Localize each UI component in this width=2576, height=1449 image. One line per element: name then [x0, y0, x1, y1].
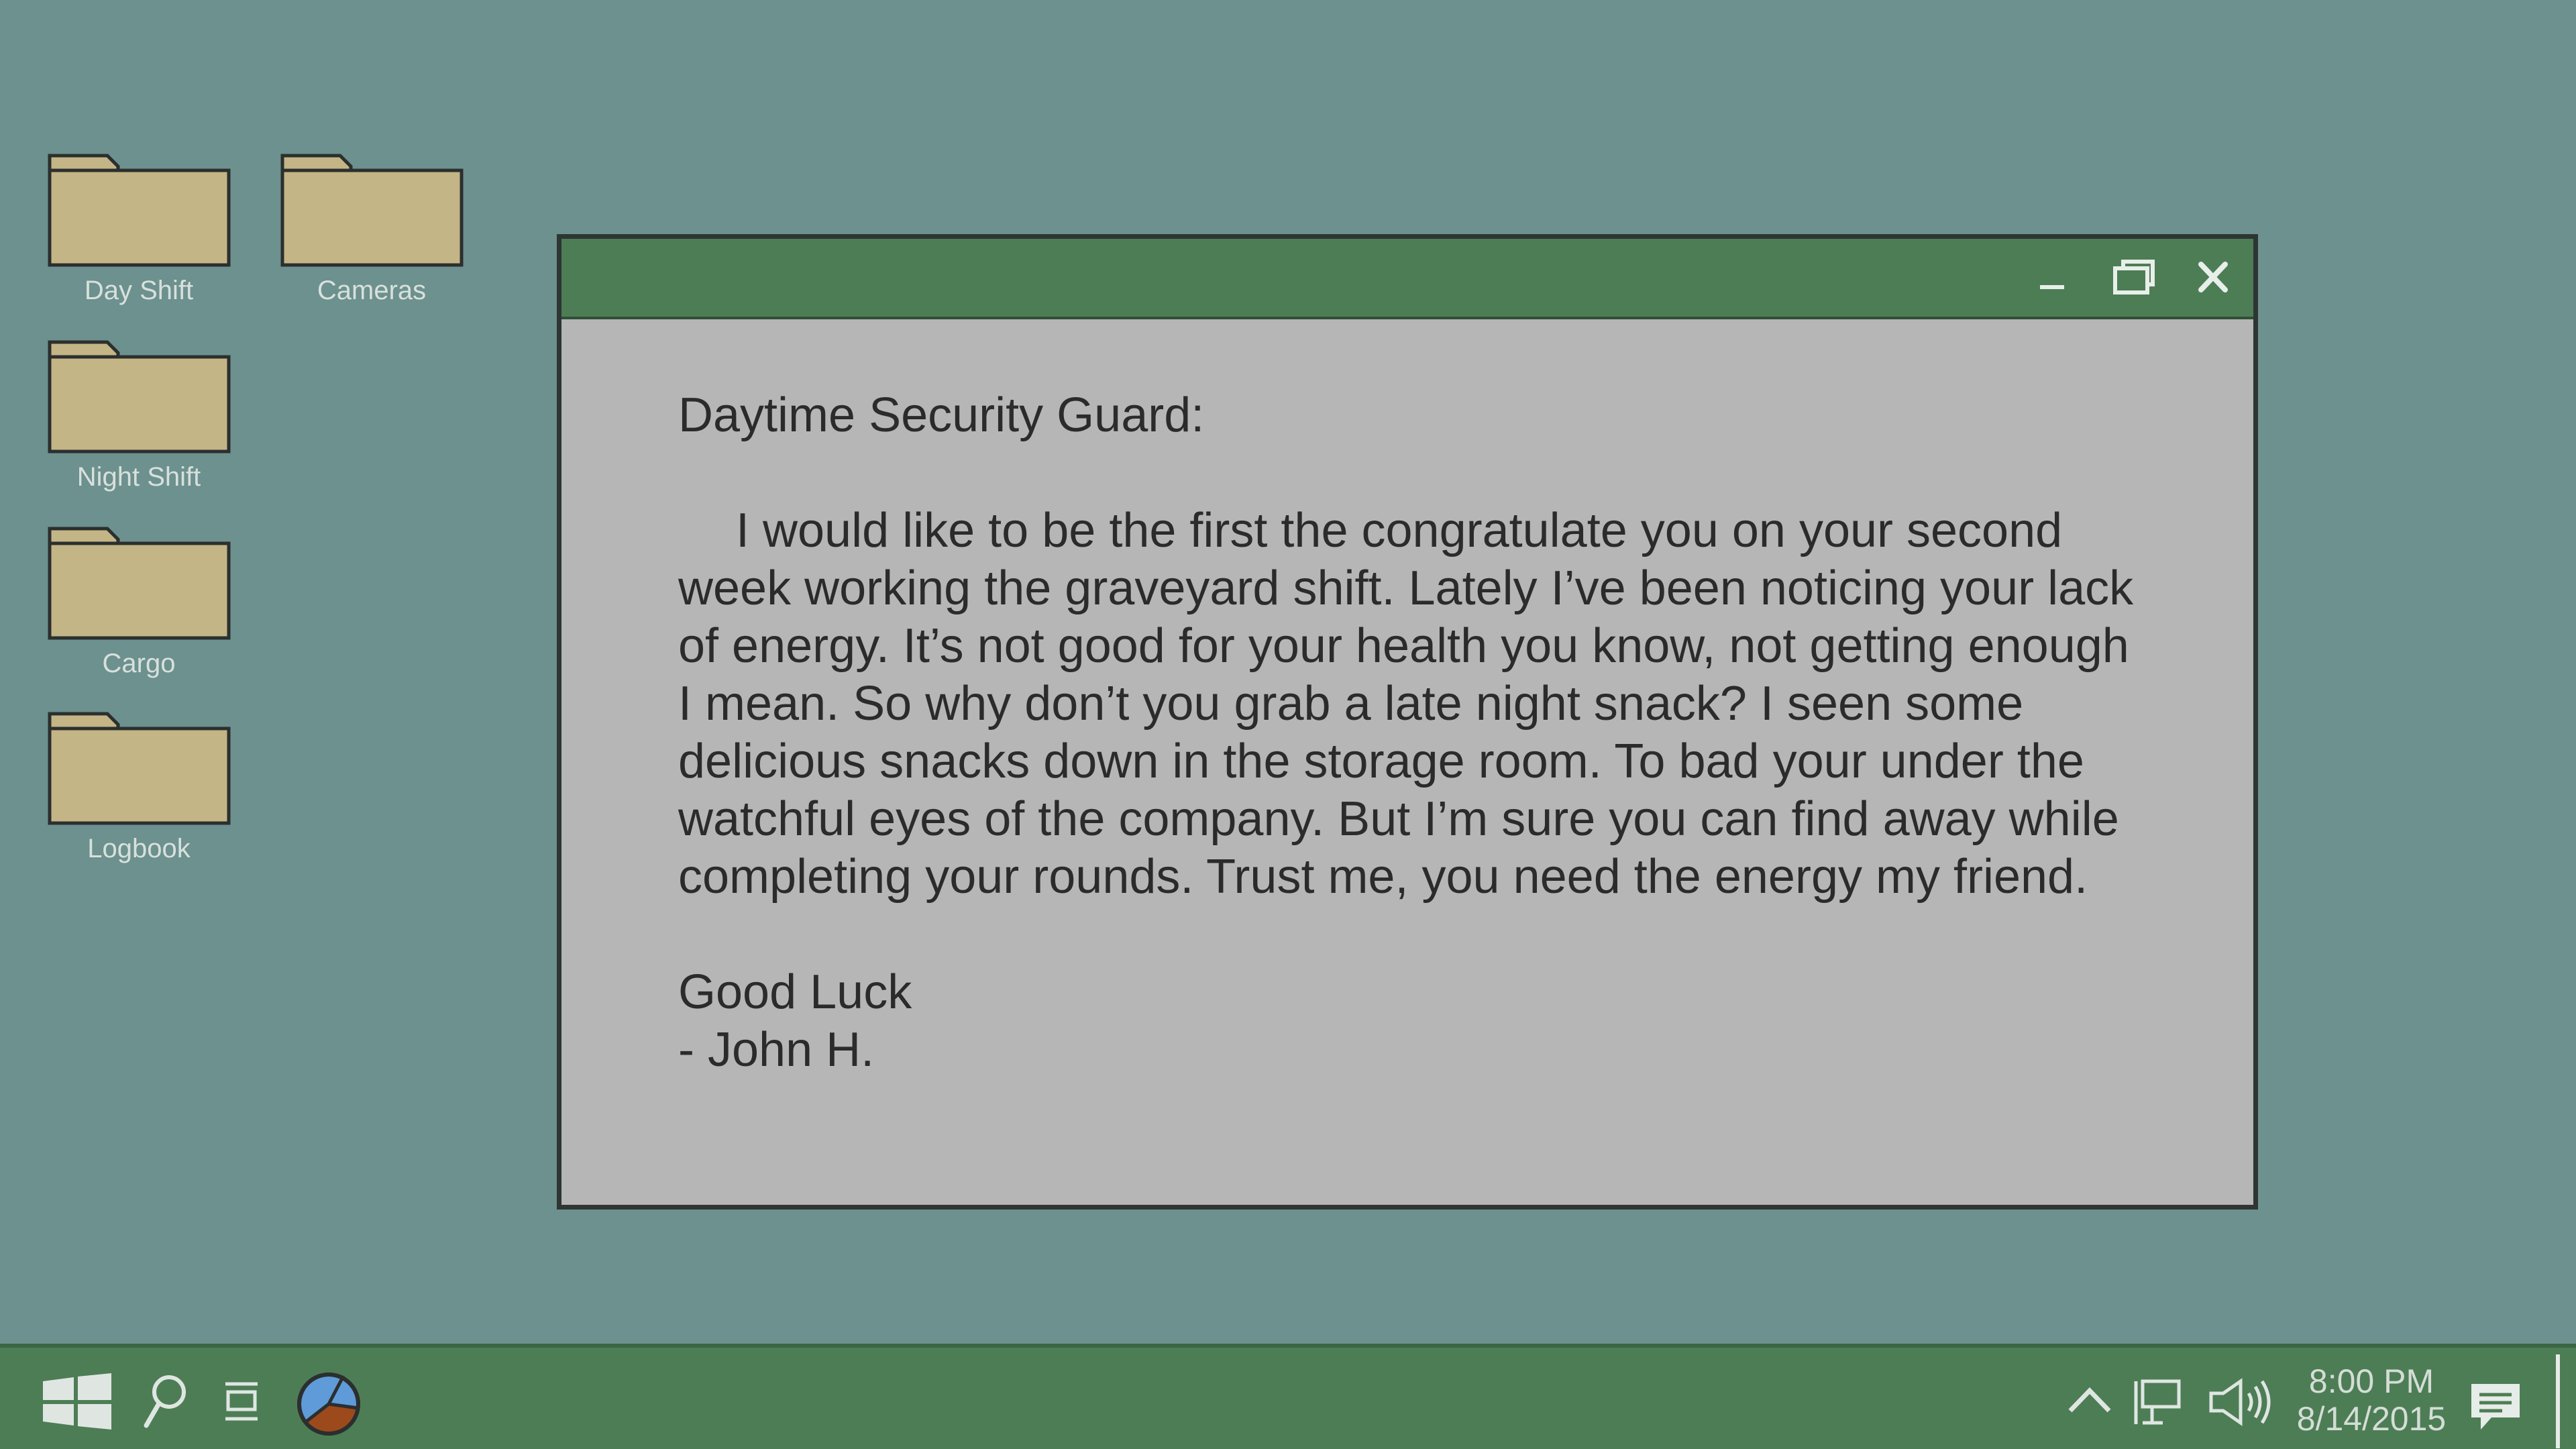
taskbar-clock[interactable]: 8:00 PM 8/14/2015 [2281, 1362, 2462, 1438]
desktop-icon-logbook[interactable]: Logbook [38, 708, 239, 864]
show-hidden-icons-button[interactable] [2066, 1383, 2113, 1416]
letter-body: I would like to be the first the congrat… [678, 504, 2134, 904]
letter-content: Daytime Security Guard: I would like to … [678, 386, 2153, 1079]
desktop-icon-label: Night Shift [76, 462, 201, 492]
clock-time: 8:00 PM [2308, 1362, 2434, 1400]
close-button[interactable] [2186, 252, 2240, 303]
clock-date: 8/14/2015 [2296, 1400, 2447, 1438]
desktop-icon-label: Day Shift [84, 276, 194, 305]
restore-icon [2113, 260, 2155, 294]
folder-icon [280, 154, 463, 267]
show-desktop-button[interactable] [2556, 1354, 2560, 1448]
desktop-icon-cargo[interactable]: Cargo [38, 523, 239, 679]
desktop-icon-label: Logbook [87, 834, 191, 863]
letter-window: Daytime Security Guard: I would like to … [557, 234, 2258, 1210]
search-button[interactable] [142, 1373, 189, 1430]
network-icon [2134, 1379, 2181, 1425]
desktop-icon-night-shift[interactable]: Night Shift [38, 337, 239, 492]
speaker-icon [2209, 1378, 2271, 1426]
close-icon [2198, 262, 2228, 292]
search-icon [144, 1375, 186, 1428]
notification-icon [2471, 1384, 2520, 1430]
task-view-button[interactable] [221, 1380, 262, 1423]
pinned-app-button[interactable] [295, 1371, 362, 1438]
taskbar: 8:00 PM 8/14/2015 [0, 1344, 2576, 1449]
folder-icon [48, 527, 230, 640]
volume-button[interactable] [2207, 1377, 2277, 1427]
minimize-icon [2040, 285, 2064, 289]
restore-button[interactable] [2106, 252, 2159, 303]
folder-icon [48, 712, 230, 825]
app-logo-icon [297, 1373, 360, 1436]
folder-icon [48, 340, 230, 453]
desktop-icon-day-shift[interactable]: Day Shift [38, 150, 239, 306]
action-center-button[interactable] [2469, 1381, 2522, 1432]
letter-salutation: Daytime Security Guard: [678, 388, 1205, 442]
windows-logo-icon [43, 1373, 111, 1430]
task-view-icon [225, 1382, 258, 1421]
start-button[interactable] [40, 1373, 114, 1430]
minimize-button[interactable] [2025, 252, 2079, 303]
letter-closing: Good Luck [678, 965, 912, 1019]
desktop-icon-label: Cameras [317, 276, 427, 305]
network-button[interactable] [2132, 1377, 2183, 1427]
window-titlebar[interactable] [561, 239, 2253, 319]
letter-signature: - John H. [678, 1023, 875, 1077]
desktop-icon-cameras[interactable]: Cameras [271, 150, 472, 306]
desktop-icon-label: Cargo [102, 649, 176, 678]
folder-icon [48, 154, 230, 267]
chevron-up-icon [2068, 1387, 2111, 1413]
